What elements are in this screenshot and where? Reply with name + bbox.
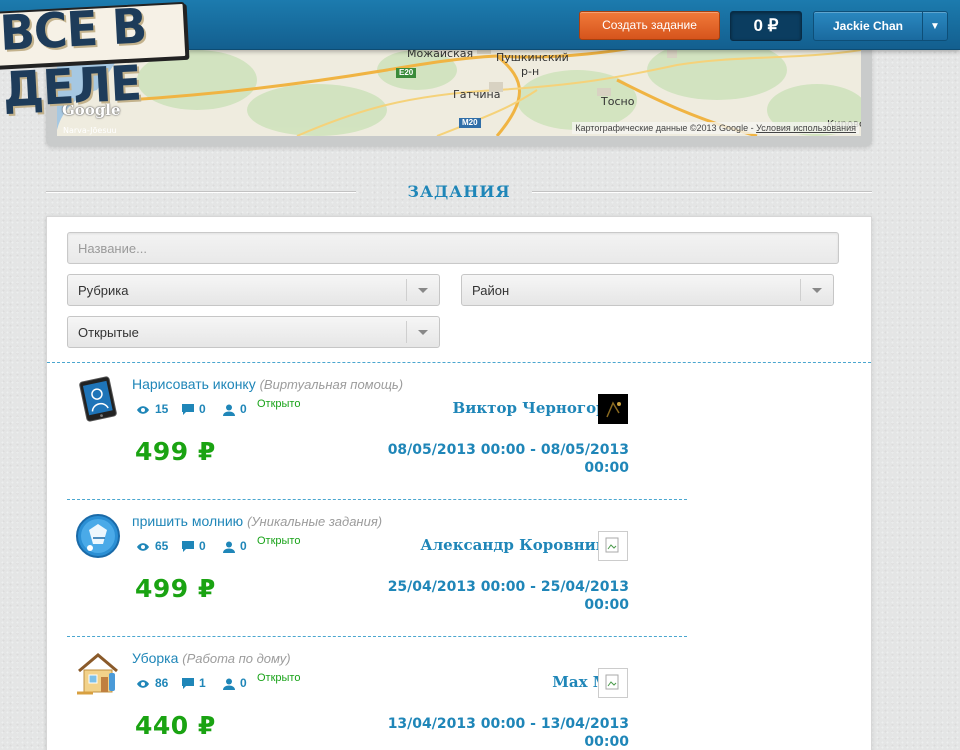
section-title-text: ЗАДАНИЯ [407,182,511,201]
task-dates-time: 00:00 [584,460,629,476]
create-task-button[interactable]: Создать задание [579,11,720,40]
chevron-down-icon [418,330,428,335]
map-copyright: Картографические данные ©2013 Google - У… [572,122,859,134]
comments-stat: 1 [182,676,206,690]
responders-stat: 0 [223,676,247,690]
views-count: 65 [155,539,169,553]
comments-stat: 0 [182,539,206,553]
task-dates-time: 00:00 [584,597,629,613]
avatar[interactable] [598,668,628,698]
user-name[interactable]: Jackie Chan [814,12,922,40]
responders-stat: 0 [223,402,247,416]
map-label: р-н [521,65,540,78]
map-copyright-text: Картографические данные ©2013 Google - [575,123,754,133]
select-divider [800,279,801,301]
user-menu-divider [922,12,923,40]
category-select-value: Рубрика [78,283,129,298]
views-stat: 65 [136,539,168,553]
site-logo[interactable]: ВСЕ В ДЕЛЕ [0,0,189,118]
task-category: (Работа по дому) [182,651,291,666]
comments-count: 1 [199,676,206,690]
views-stat: 15 [136,402,168,416]
responders-count: 0 [240,402,247,416]
user-menu[interactable]: Jackie Chan ▼ [813,11,948,41]
comment-icon [182,541,194,553]
comment-icon [182,678,194,690]
chevron-down-icon[interactable]: ▼ [930,21,940,32]
broken-image-icon [605,537,619,553]
tasks-panel: Рубрика Район Открытые Нарис [46,216,872,750]
eye-icon [137,543,149,551]
section-title: ЗАДАНИЯ [46,180,872,204]
views-stat: 86 [136,676,168,690]
task-title[interactable]: Нарисовать иконку [132,376,256,392]
task-title-link[interactable]: Нарисовать иконку (Виртуальная помощь) [132,376,403,392]
road-shield: E20 [396,68,417,78]
avatar-image [606,401,621,418]
status-select[interactable]: Открытые [67,316,440,348]
eye-icon [137,680,149,688]
broken-image-icon [605,674,619,690]
task-title-link[interactable]: Уборка (Работа по дому) [132,650,291,666]
comment-icon [182,404,194,416]
task-dates-range: 08/05/2013 00:00 - 08/05/2013 [387,442,629,458]
task-price: 440 ₽ [135,711,216,740]
comments-stat: 0 [182,402,206,416]
responders-stat: 0 [223,539,247,553]
avatar[interactable] [598,531,628,561]
map-terms-link[interactable]: Условия использования [756,123,856,133]
task-category: (Виртуальная помощь) [259,377,404,392]
category-select[interactable]: Рубрика [67,274,440,306]
status-select-value: Открытые [78,325,139,340]
status-badge: Открыто [257,535,301,547]
task-item: пришить молнию (Уникальные задания) 65 0… [47,500,871,637]
map-label: Тосно [601,95,635,108]
task-dates-time: 00:00 [584,734,629,750]
responders-count: 0 [240,539,247,553]
task-title[interactable]: пришить молнию [132,513,243,529]
task-dates: 25/04/2013 00:00 - 25/04/2013 00:00 [369,578,629,614]
task-item: Нарисовать иконку (Виртуальная помощь) 1… [47,363,871,500]
district-select[interactable]: Район [461,274,834,306]
task-category: (Уникальные задания) [247,514,383,529]
task-dates-range: 13/04/2013 00:00 - 13/04/2013 [387,716,629,732]
task-title[interactable]: Уборка [132,650,178,666]
task-price: 499 ₽ [135,437,216,466]
sewing-icon [75,512,121,560]
map-label: Гатчина [453,88,501,101]
logo-text: ВСЕ В ДЕЛЕ [0,0,148,119]
user-icon [223,678,235,690]
user-icon [223,404,235,416]
views-count: 15 [155,402,169,416]
district-select-value: Район [472,283,510,298]
balance-display[interactable]: 0 ₽ [730,11,802,41]
user-icon [223,541,235,553]
house-cleaning-icon [75,649,121,697]
task-dates-range: 25/04/2013 00:00 - 25/04/2013 [387,579,629,595]
avatar[interactable] [598,394,628,424]
select-divider [406,321,407,343]
eye-icon [137,406,149,414]
chevron-down-icon [812,288,822,293]
map-label: Narva-Jõesuu [63,126,117,135]
tablet-icon [75,375,121,423]
responders-count: 0 [240,676,247,690]
chevron-down-icon [418,288,428,293]
road-shield: M20 [459,118,481,128]
task-title-link[interactable]: пришить молнию (Уникальные задания) [132,513,382,529]
title-search-input[interactable] [67,232,839,264]
map-label: Пушкинский [496,51,569,64]
comments-count: 0 [199,539,206,553]
comments-count: 0 [199,402,206,416]
views-count: 86 [155,676,169,690]
task-price: 499 ₽ [135,574,216,603]
author-link[interactable]: Александр Коровников [420,536,627,554]
task-dates: 08/05/2013 00:00 - 08/05/2013 00:00 [369,441,629,477]
task-item: Уборка (Работа по дому) 86 1 0 Открыто M… [47,637,871,750]
status-badge: Открыто [257,672,301,684]
select-divider [406,279,407,301]
status-badge: Открыто [257,398,301,410]
task-dates: 13/04/2013 00:00 - 13/04/2013 00:00 [369,715,629,750]
